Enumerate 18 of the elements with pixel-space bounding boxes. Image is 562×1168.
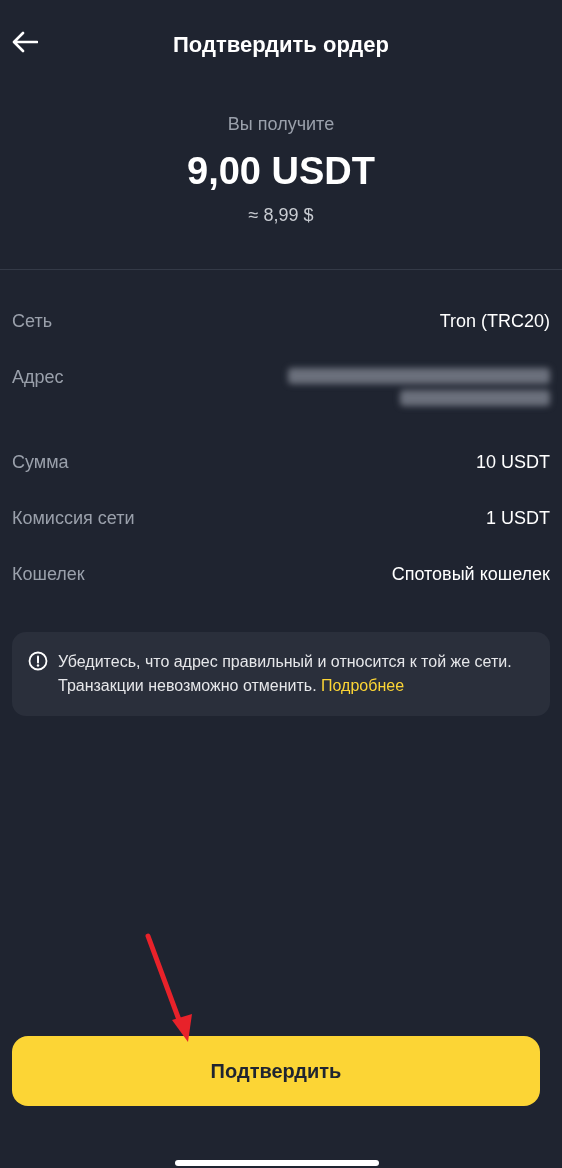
- more-link[interactable]: Подробнее: [321, 677, 405, 694]
- detail-value: 10 USDT: [475, 451, 550, 474]
- detail-label: Сумма: [12, 451, 69, 474]
- receive-label: Вы получите: [227, 113, 335, 136]
- notice-text: Убедитесь, что адрес правильный и относится к той же сети. Транзакции невозможно отменить. Подробнее: [58, 652, 512, 696]
- confirm-button[interactable]: Подтвердить: [12, 1036, 540, 1106]
- detail-value: Спотовый кошелек: [391, 563, 550, 586]
- detail-label: Адрес: [12, 366, 64, 389]
- back-arrow-icon[interactable]: [12, 31, 38, 53]
- page-title: Подтвердить ордер: [173, 30, 389, 59]
- detail-value: Tron (TRC20): [439, 310, 550, 333]
- detail-value: 1 USDT: [486, 507, 550, 530]
- receive-amount: 9,00 USDT: [187, 149, 375, 194]
- detail-label: Сеть: [12, 310, 53, 333]
- approx-value: ≈ 8,99 $: [248, 204, 314, 227]
- info-icon: [28, 651, 48, 671]
- detail-label: Комиссия сети: [12, 507, 135, 530]
- detail-label: Кошелек: [12, 563, 85, 586]
